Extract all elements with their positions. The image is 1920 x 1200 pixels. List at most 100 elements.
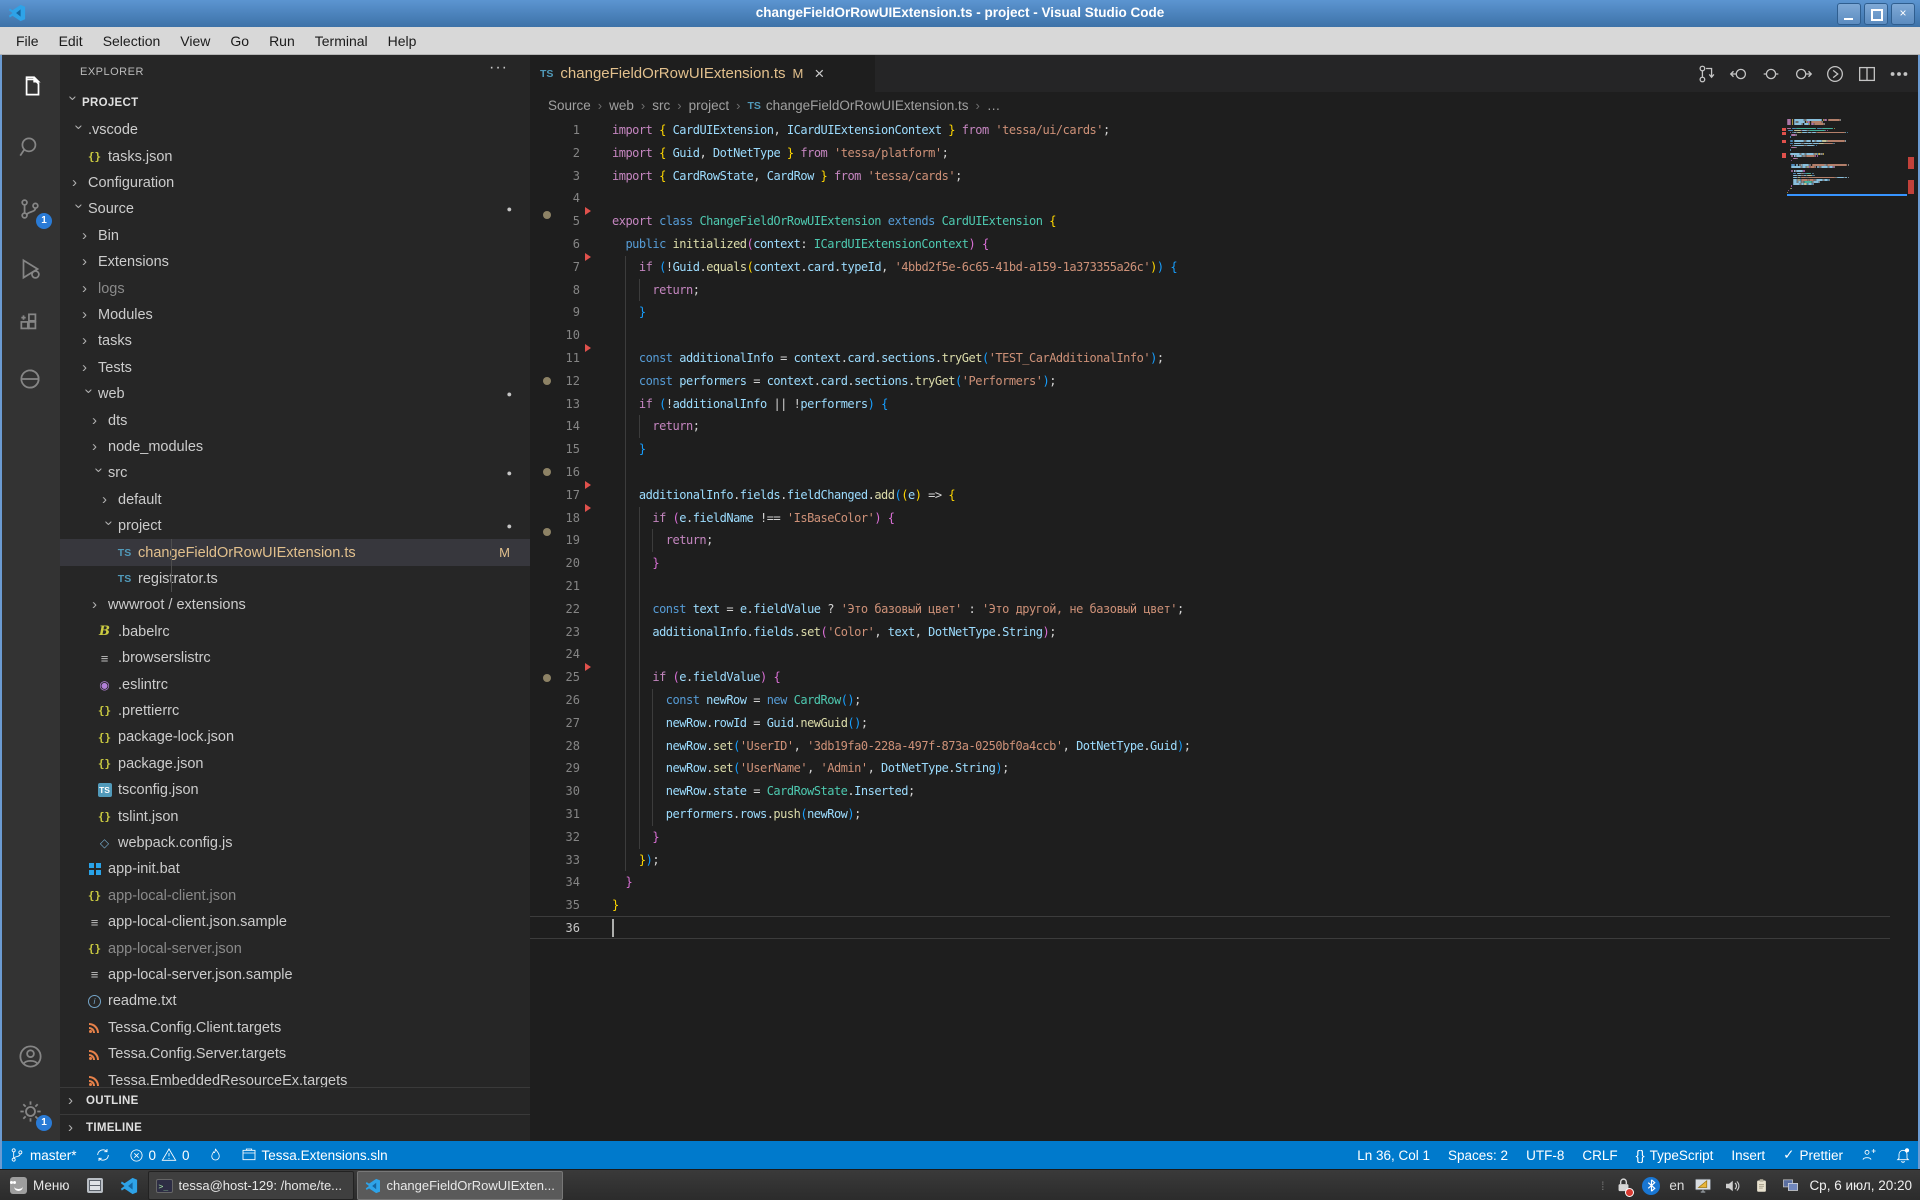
code-line[interactable]: 9 } [530,301,1920,324]
breadcrumb-item[interactable]: … [987,98,1001,113]
run-debug-icon[interactable] [0,243,60,295]
tree-item--prettierrc[interactable]: {}.prettierrc [60,698,530,724]
file-manager-launcher[interactable] [80,1172,110,1199]
code-line[interactable]: 16 [530,461,1920,484]
tab-changefieldorrowuiextension[interactable]: TS changeFieldOrRowUIExtension.ts M × [530,55,875,92]
tree-item-web[interactable]: ›web● [60,381,530,407]
tree-item-src[interactable]: ›src● [60,460,530,486]
tree-item-default[interactable]: ›default [60,487,530,513]
code-line[interactable]: 18 if (e.fieldName !== 'IsBaseColor') { [530,507,1920,530]
tree-item--babelrc[interactable]: B.babelrc [60,619,530,645]
tree-item-wwwroot-extensions[interactable]: ›wwwroot / extensions [60,592,530,618]
code-line[interactable]: 20 } [530,552,1920,575]
code-line[interactable]: 2import { Guid, DotNetType } from 'tessa… [530,142,1920,165]
menu-go[interactable]: Go [220,27,259,55]
tree-item-app-init-bat[interactable]: app-init.bat [60,856,530,882]
open-changes-icon[interactable] [1696,63,1718,85]
eol-sequence[interactable]: CRLF [1573,1141,1626,1169]
more-actions-icon[interactable] [1888,63,1910,85]
tree-item-app-local-server-json-sample[interactable]: ≡app-local-server.json.sample [60,962,530,988]
taskbar-window-terminal[interactable]: >_tessa@host-129: /home/te... [148,1171,354,1200]
menu-edit[interactable]: Edit [49,27,93,55]
close-button[interactable]: × [1891,3,1915,25]
code-line[interactable]: 10 [530,324,1920,347]
tree-item-app-local-server-json[interactable]: {}app-local-server.json [60,935,530,961]
menu-selection[interactable]: Selection [93,27,171,55]
code-line[interactable]: 6 public initialized(context: ICardUIExt… [530,233,1920,256]
code-line[interactable]: 32 } [530,826,1920,849]
tree-item-project[interactable]: ›project● [60,513,530,539]
tree-item-changefieldorrowuiextension-ts[interactable]: TSchangeFieldOrRowUIExtension.tsM [60,539,530,565]
tree-item-tasks-json[interactable]: {}tasks.json [60,143,530,169]
tree-item-tasks[interactable]: ›tasks [60,328,530,354]
indentation[interactable]: Spaces: 2 [1439,1141,1517,1169]
breakpoint-dot[interactable] [543,674,551,682]
code-line[interactable]: 28 newRow.set('UserID', '3db19fa0-228a-4… [530,735,1920,758]
tree-item-logs[interactable]: ›logs [60,275,530,301]
tree-item-webpack-config-js[interactable]: ◇webpack.config.js [60,830,530,856]
sync-changes-item[interactable] [86,1141,120,1169]
nav-forward-icon[interactable] [1792,63,1814,85]
code-editor[interactable]: 1import { CardUIExtension, ICardUIExtens… [530,119,1920,1141]
code-line[interactable]: 14 return; [530,415,1920,438]
flame-item[interactable] [199,1141,232,1169]
problems-item[interactable]: 0 0 [120,1141,199,1169]
tree-item-tessa-config-server-targets[interactable]: Tessa.Config.Server.targets [60,1041,530,1067]
code-line[interactable]: 4 [530,187,1920,210]
source-control-icon[interactable]: 1 [0,183,60,235]
code-line[interactable]: 3import { CardRowState, CardRow } from '… [530,165,1920,188]
code-line[interactable]: 19 return; [530,529,1920,552]
git-branch-item[interactable]: master* [0,1141,86,1169]
minimize-button[interactable] [1837,3,1861,25]
volume-icon[interactable] [1722,1176,1742,1196]
code-line[interactable]: 21 [530,575,1920,598]
tree-item-tsconfig-json[interactable]: TStsconfig.json [60,777,530,803]
code-line[interactable]: 26 const newRow = new CardRow(); [530,689,1920,712]
language-mode[interactable]: {} TypeScript [1627,1141,1723,1169]
tree-item-app-local-client-json-sample[interactable]: ≡app-local-client.json.sample [60,909,530,935]
browser-preview-icon[interactable] [0,353,60,405]
code-line[interactable]: 27 newRow.rowId = Guid.newGuid(); [530,712,1920,735]
account-icon[interactable] [0,1030,60,1082]
split-editor-icon[interactable] [1856,63,1878,85]
tray-lock-icon[interactable] [1613,1176,1633,1196]
menu-run[interactable]: Run [259,27,305,55]
code-line[interactable]: 15 } [530,438,1920,461]
notifications-item[interactable] [1886,1141,1920,1169]
code-line[interactable]: 31 performers.rows.push(newRow); [530,803,1920,826]
settings-gear-icon[interactable]: 1 [0,1085,60,1137]
tree-item-readme-txt[interactable]: ireadme.txt [60,988,530,1014]
tree-item-registrator-ts[interactable]: TSregistrator.ts [60,566,530,592]
code-line[interactable]: 34 } [530,871,1920,894]
code-line[interactable]: 11 const additionalInfo = context.card.s… [530,347,1920,370]
code-line[interactable]: 13 if (!additionalInfo || !performers) { [530,393,1920,416]
code-line[interactable]: 25 if (e.fieldValue) { [530,666,1920,689]
applications-menu-button[interactable]: Меню [3,1172,77,1199]
breadcrumb-item[interactable]: src [652,98,670,113]
network-displays-icon[interactable] [1780,1176,1800,1196]
close-tab-icon[interactable]: × [814,64,824,84]
code-line[interactable]: 33 }); [530,849,1920,872]
minimap[interactable] [1787,119,1907,199]
project-section-header[interactable]: › PROJECT [60,91,530,117]
breakpoint-dot[interactable] [543,528,551,536]
tree-item-tslint-json[interactable]: {}tslint.json [60,803,530,829]
menu-view[interactable]: View [170,27,220,55]
section-timeline[interactable]: ›TIMELINE [60,1114,530,1141]
taskbar-window-vscode[interactable]: changeFieldOrRowUIExten... [357,1171,563,1200]
menu-terminal[interactable]: Terminal [305,27,378,55]
solution-item[interactable]: Tessa.Extensions.sln [232,1141,397,1169]
run-timer-icon[interactable] [1824,63,1846,85]
tree-item--browserslistrc[interactable]: ≡.browserslistrc [60,645,530,671]
display-settings-icon[interactable] [1693,1176,1713,1196]
code-line[interactable]: 35} [530,894,1920,917]
clock[interactable]: Ср, 6 июл, 20:20 [1809,1178,1912,1193]
code-line[interactable]: 22 const text = e.fieldValue ? 'Это базо… [530,598,1920,621]
clipboard-icon[interactable] [1751,1176,1771,1196]
tray-handle[interactable]: ⁞ [1601,1179,1604,1193]
code-line[interactable]: 7 if (!Guid.equals(context.card.typeId, … [530,256,1920,279]
formatter-item[interactable]: ✓ Prettier [1774,1141,1852,1169]
tree-item-tests[interactable]: ›Tests [60,355,530,381]
explorer-more-actions[interactable]: ··· [489,59,508,77]
breadcrumb-item[interactable]: changeFieldOrRowUIExtension.ts [766,98,969,113]
